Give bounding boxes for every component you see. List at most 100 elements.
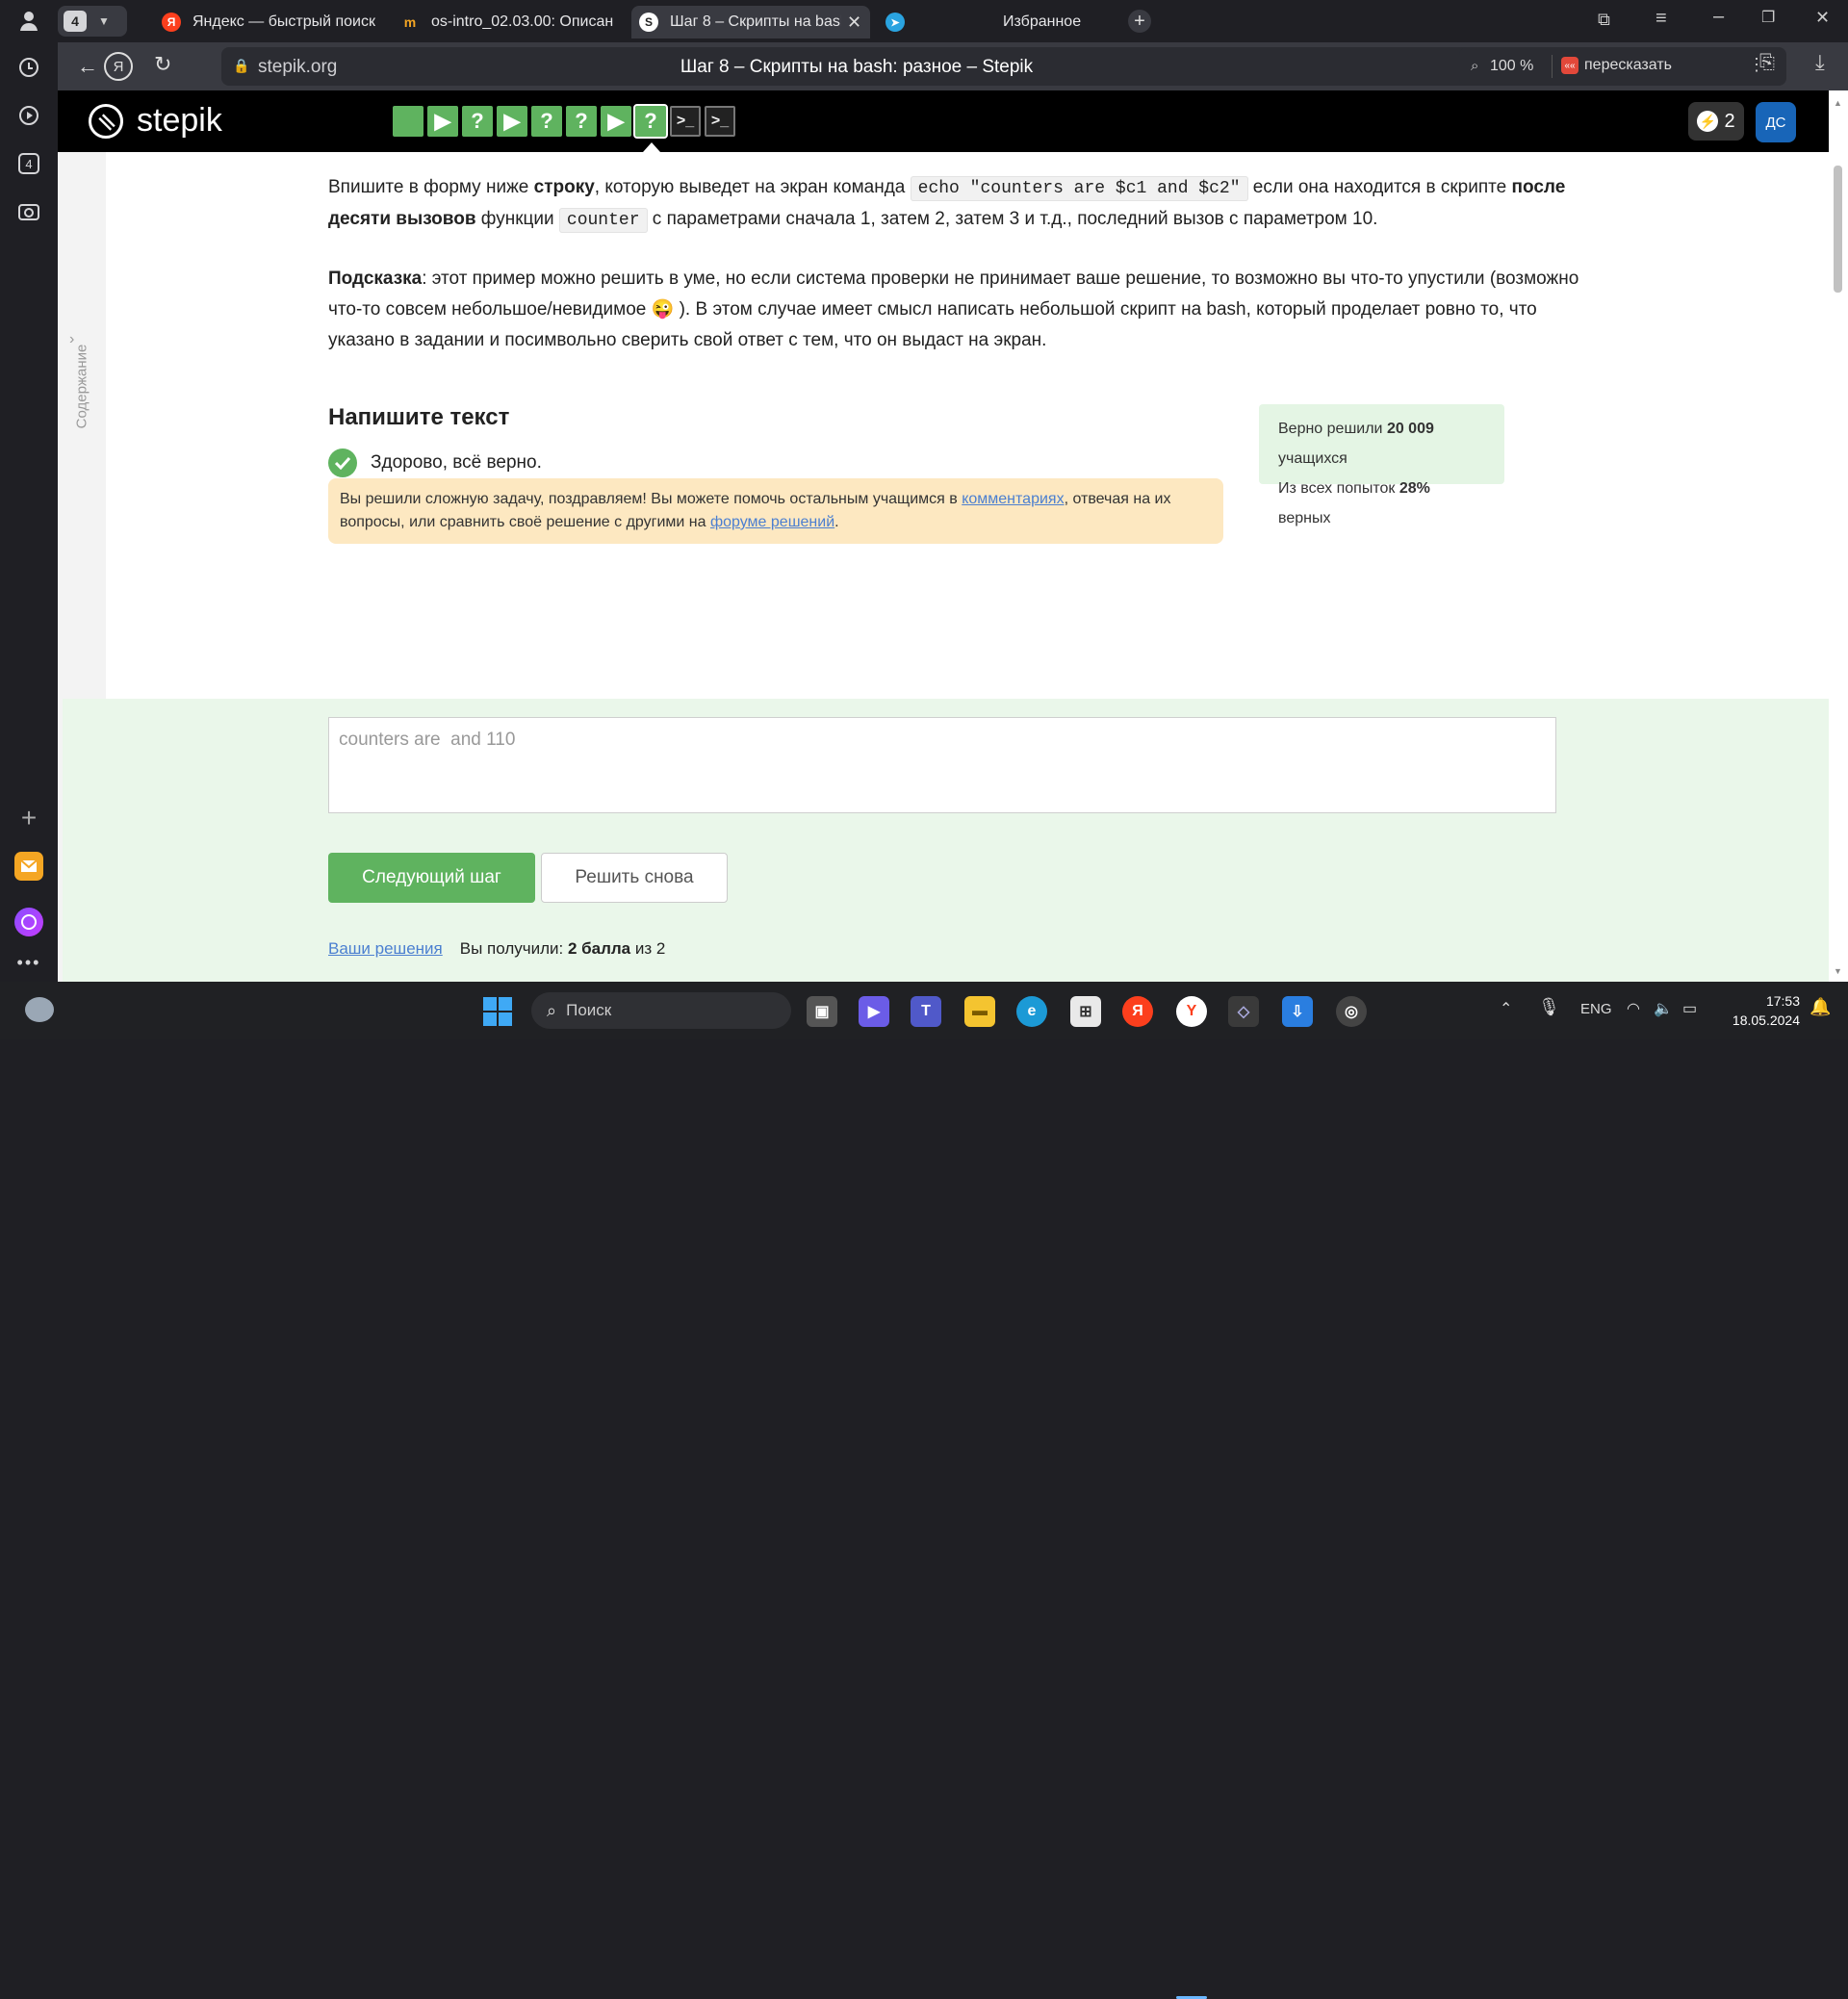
step-9[interactable]: >_ — [670, 106, 701, 137]
scrollbar[interactable]: ▲ ▼ — [1829, 90, 1848, 982]
comments-link[interactable]: комментариях — [962, 491, 1064, 507]
tab-group-button[interactable]: 4 ▼ — [58, 6, 127, 37]
more-icon[interactable]: ••• — [12, 945, 46, 980]
play-icon: ▶ — [434, 109, 451, 133]
taskbar-search[interactable]: ⌕ Поиск — [531, 992, 791, 1029]
time: 17:53 — [1765, 993, 1800, 1009]
video-icon[interactable] — [12, 98, 46, 133]
new-tab-icon[interactable]: + — [1128, 10, 1151, 33]
task-view-icon[interactable]: ▣ — [807, 996, 837, 1027]
alice-icon[interactable] — [12, 905, 46, 939]
tray-chevron-up-icon[interactable]: ⌃ — [1500, 999, 1512, 1018]
history-icon[interactable] — [12, 50, 46, 85]
terminal-icon: >_ — [710, 113, 730, 129]
text: Вы решили сложную задачу, поздравляем! В… — [340, 491, 962, 507]
your-solutions-link[interactable]: Ваши решения — [328, 939, 443, 958]
screenshot-icon[interactable] — [12, 194, 46, 229]
collections-icon[interactable]: ⧉ — [1598, 10, 1610, 30]
zoom-level[interactable]: 100 % — [1490, 58, 1533, 75]
yandex-home-icon[interactable]: Я — [104, 52, 133, 81]
current-step-marker — [643, 142, 660, 152]
success-rate: 28% — [1399, 480, 1430, 497]
step-6[interactable]: ? — [566, 106, 597, 137]
stepik-logo[interactable]: stepik — [137, 102, 222, 140]
profile-icon[interactable] — [12, 4, 46, 38]
battery-icon[interactable]: ▭ — [1682, 999, 1697, 1018]
text: если она находится в скрипте — [1247, 177, 1512, 197]
wifi-icon[interactable]: ◠ — [1627, 999, 1640, 1018]
address-bar[interactable]: 🔒 stepik.org Шаг 8 – Скрипты на bash: ра… — [221, 47, 1492, 86]
minimize-icon[interactable]: – — [1713, 6, 1724, 28]
tab-count: 4 — [64, 11, 87, 32]
text: учащихся — [1278, 450, 1348, 467]
text: Верно решили — [1278, 421, 1387, 437]
stepik-logo-icon[interactable]: || — [81, 96, 131, 146]
download-icon[interactable]: ⤓ — [1815, 50, 1825, 75]
text: с параметрами сначала 1, затем 2, затем … — [647, 209, 1378, 229]
step-10[interactable]: >_ — [705, 106, 735, 137]
code-snippet: counter — [558, 208, 648, 233]
scroll-thumb[interactable] — [1834, 166, 1842, 293]
virtualbox-icon[interactable]: ◇ — [1228, 996, 1259, 1027]
menu-icon[interactable]: ≡ — [1656, 8, 1667, 30]
tab-bar: 4 ▼ Я Яндекс — быстрый поиск m os-intro_… — [58, 0, 1848, 42]
folder-app-icon[interactable]: ⇩ — [1282, 996, 1313, 1027]
text: из 2 — [630, 939, 666, 958]
step-5[interactable]: ? — [531, 106, 562, 137]
text: , которую выведет на экран команда — [594, 177, 911, 197]
teams-icon[interactable]: T — [911, 996, 941, 1027]
weather-icon[interactable] — [25, 997, 54, 1022]
file-explorer-icon[interactable]: ▬ — [964, 996, 995, 1027]
step-1[interactable] — [393, 106, 424, 137]
close-icon[interactable]: ✕ — [847, 13, 861, 33]
mail-icon[interactable] — [12, 849, 46, 884]
avatar[interactable]: ДС — [1756, 102, 1796, 142]
clock[interactable]: 17:53 18.05.2024 — [1723, 991, 1800, 1030]
check-icon — [328, 448, 357, 477]
tab-stepik[interactable]: S Шаг 8 – Скрипты на bash ✕ — [631, 6, 870, 38]
play-icon: ▶ — [607, 109, 625, 133]
notification-bell-icon[interactable]: 🔔 — [1810, 997, 1831, 1017]
scroll-up-icon[interactable]: ▲ — [1834, 98, 1842, 108]
correct-status: Здорово, всё верно. — [328, 448, 542, 477]
language-indicator[interactable]: ENG — [1580, 1001, 1612, 1017]
step-4[interactable]: ▶ — [497, 106, 527, 137]
yandex-app-icon[interactable]: Я — [1122, 996, 1153, 1027]
answer-value: counters are and 110 — [339, 730, 516, 750]
step-3[interactable]: ? — [462, 106, 493, 137]
answer-heading: Напишите текст — [328, 404, 510, 430]
text: Из всех попыток — [1278, 480, 1399, 497]
toc-label: Содержание — [73, 344, 90, 429]
step-7[interactable]: ▶ — [601, 106, 631, 137]
volume-icon[interactable]: 🔈 — [1654, 999, 1673, 1018]
tabs-count-icon[interactable]: 4 — [12, 146, 46, 181]
add-panel-icon[interactable]: + — [12, 801, 46, 835]
solved-stat: Верно решили 20 009 учащихся — [1278, 414, 1485, 474]
score-line: Ваши решения Вы получили: 2 балла из 2 — [328, 939, 665, 959]
microphone-icon[interactable]: 🎙 — [1538, 997, 1560, 1017]
reload-icon[interactable]: ↻ — [154, 52, 171, 77]
back-icon[interactable]: ← — [77, 54, 98, 79]
start-icon[interactable] — [483, 997, 512, 1026]
yandex-browser-icon[interactable]: Y — [1176, 996, 1207, 1027]
page-title: Шаг 8 – Скрипты на bash: разное – Stepik — [680, 57, 1034, 77]
answer-textarea[interactable]: counters are and 110 — [328, 717, 1556, 813]
stats-box: Верно решили 20 009 учащихся Из всех поп… — [1259, 404, 1504, 526]
step-8-current[interactable]: ? — [633, 104, 668, 139]
translate-icon[interactable]: ⎘ — [1759, 52, 1775, 74]
retell-button[interactable]: пересказать — [1584, 57, 1672, 74]
tab-telegram[interactable]: ➤ — [878, 6, 945, 38]
energy-counter[interactable]: ⚡ 2 — [1688, 102, 1744, 141]
store-icon[interactable]: ⊞ — [1070, 996, 1101, 1027]
restore-icon[interactable]: ❐ — [1761, 8, 1775, 27]
tab-favorites[interactable]: Избранное — [941, 6, 1143, 38]
next-step-button[interactable]: Следующий шаг — [328, 853, 535, 903]
meet-icon[interactable]: ▶ — [859, 996, 889, 1027]
scroll-down-icon[interactable]: ▼ — [1834, 966, 1842, 976]
edge-icon[interactable]: e — [1016, 996, 1047, 1027]
step-2[interactable]: ▶ — [427, 106, 458, 137]
window-close-icon[interactable]: ✕ — [1815, 8, 1830, 28]
solutions-forum-link[interactable]: форуме решений — [710, 514, 834, 530]
retry-button[interactable]: Решить снова — [541, 853, 728, 903]
app-icon[interactable]: ◎ — [1336, 996, 1367, 1027]
